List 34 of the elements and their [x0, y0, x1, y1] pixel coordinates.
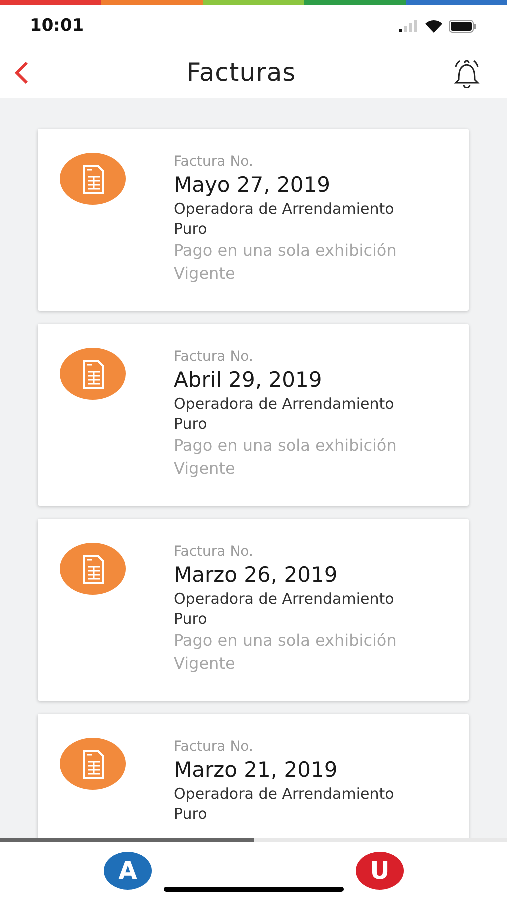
- invoice-icon: [60, 543, 126, 595]
- invoice-card[interactable]: Factura No. Abril 29, 2019 Operadora de Arrendamiento Puro Pago en una sola exhibición Vigente: [38, 324, 469, 506]
- invoice-card[interactable]: Factura No. Marzo 21, 2019 Operadora de Arrendamiento Puro: [38, 714, 469, 838]
- invoice-date: Abril 29, 2019: [174, 367, 324, 394]
- invoice-icon: [60, 348, 126, 400]
- logo-button[interactable]: A: [104, 852, 152, 890]
- invoice-date: Mayo 27, 2019: [174, 172, 332, 199]
- company-name: Operadora de Arrendamiento Puro: [174, 784, 396, 824]
- signal-icon: [399, 20, 419, 32]
- invoice-label: Factura No.: [174, 153, 254, 171]
- company-name: Operadora de Arrendamiento Puro: [174, 589, 396, 629]
- invoice-status: Vigente: [174, 653, 236, 675]
- payment-type: Pago en una sola exhibición: [174, 435, 398, 457]
- invoice-date: Marzo 21, 2019: [174, 757, 339, 784]
- invoice-card[interactable]: Factura No. Marzo 26, 2019 Operadora de Arrendamiento Puro Pago en una sola exhibición Vigente: [38, 519, 469, 701]
- invoice-label: Factura No.: [174, 738, 254, 756]
- back-icon[interactable]: [14, 60, 30, 84]
- invoice-status: Vigente: [174, 458, 236, 480]
- company-name: Operadora de Arrendamiento Puro: [174, 199, 396, 239]
- payment-type: Pago en una sola exhibición: [174, 240, 398, 262]
- payment-type: Pago en una sola exhibición: [174, 630, 398, 652]
- page-title: Facturas: [186, 58, 296, 87]
- company-name: Operadora de Arrendamiento Puro: [174, 394, 396, 434]
- invoice-card[interactable]: Factura No. Mayo 27, 2019 Operadora de Arrendamiento Puro Pago en una sola exhibición Vigente: [38, 129, 469, 311]
- invoice-label: Factura No.: [174, 543, 254, 561]
- wifi-icon: [425, 20, 443, 32]
- invoice-icon: [60, 153, 126, 205]
- status-time: 10:01: [30, 16, 84, 36]
- invoice-date: Marzo 26, 2019: [174, 562, 339, 589]
- invoice-label: Factura No.: [174, 348, 254, 366]
- logo-button[interactable]: U: [356, 852, 404, 890]
- battery-icon: [449, 20, 477, 32]
- invoice-status: Vigente: [174, 263, 236, 285]
- invoice-icon: [60, 738, 126, 790]
